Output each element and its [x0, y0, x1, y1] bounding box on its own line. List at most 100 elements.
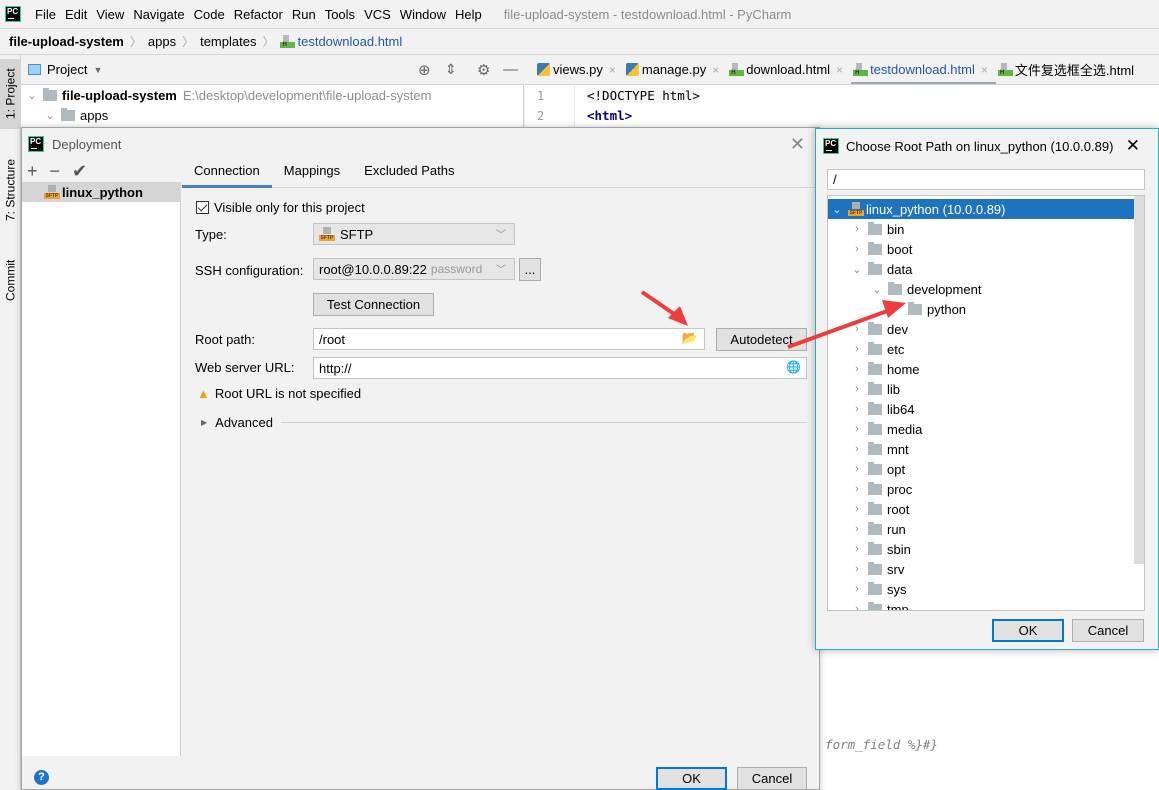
tree-scrollbar[interactable]: [1134, 196, 1144, 564]
project-view-selector[interactable]: Project: [47, 62, 87, 77]
breadcrumb-templates[interactable]: templates: [200, 34, 256, 49]
code-line[interactable]: <html>: [587, 108, 632, 123]
menu-file[interactable]: File: [35, 7, 56, 22]
tree-node-mnt[interactable]: › mnt: [828, 439, 1134, 459]
path-input[interactable]: /: [827, 169, 1145, 190]
chevron-right-icon[interactable]: ›: [850, 383, 864, 395]
editor-tab-manage[interactable]: manage.py ×: [624, 55, 727, 84]
menu-code[interactable]: Code: [194, 7, 225, 22]
remove-icon[interactable]: −: [50, 161, 61, 182]
advanced-section-toggle[interactable]: ▶ Advanced: [201, 415, 807, 430]
tool-tab-commit[interactable]: Commit: [0, 245, 21, 315]
chevron-down-icon[interactable]: ⌄: [850, 263, 864, 276]
tree-node-lib[interactable]: › lib: [828, 379, 1134, 399]
tree-node-tmp[interactable]: › tmp: [828, 599, 1134, 610]
menu-vcs[interactable]: VCS: [364, 7, 391, 22]
chevron-right-icon[interactable]: ›: [850, 403, 864, 415]
tree-node-boot[interactable]: › boot: [828, 239, 1134, 259]
chevron-right-icon[interactable]: ›: [850, 523, 864, 535]
tool-tab-structure[interactable]: 7: Structure: [0, 145, 21, 235]
close-icon[interactable]: ✕: [790, 134, 805, 155]
editor-tab-views[interactable]: views.py ×: [535, 55, 624, 84]
close-icon[interactable]: ✕: [1126, 136, 1140, 156]
tree-node-root[interactable]: › root: [828, 499, 1134, 519]
tab-connection[interactable]: Connection: [182, 159, 272, 188]
chevron-right-icon[interactable]: ›: [850, 343, 864, 355]
tool-tab-project[interactable]: 1: Project: [0, 59, 21, 129]
gear-icon[interactable]: ⚙: [477, 61, 490, 79]
root-path-input[interactable]: /root 📂: [313, 328, 705, 350]
tree-node-proc[interactable]: › proc: [828, 479, 1134, 499]
editor-tab-download[interactable]: download.html ×: [727, 55, 851, 84]
menu-refactor[interactable]: Refactor: [234, 7, 283, 22]
tree-node-run[interactable]: › run: [828, 519, 1134, 539]
chevron-down-icon[interactable]: ⌄: [830, 203, 844, 216]
tree-node-python[interactable]: python: [828, 299, 1134, 319]
chevron-down-icon[interactable]: ⌄: [870, 283, 884, 296]
close-icon[interactable]: ×: [712, 63, 719, 77]
chevron-right-icon[interactable]: ›: [850, 323, 864, 335]
chevron-right-icon[interactable]: ›: [850, 443, 864, 455]
editor-tab-testdownload[interactable]: testdownload.html ×: [851, 55, 996, 84]
tree-node-srv[interactable]: › srv: [828, 559, 1134, 579]
menu-window[interactable]: Window: [400, 7, 446, 22]
menu-navigate[interactable]: Navigate: [133, 7, 184, 22]
chevron-right-icon[interactable]: ›: [850, 243, 864, 255]
chevron-right-icon[interactable]: ›: [850, 603, 864, 610]
tree-node-etc[interactable]: › etc: [828, 339, 1134, 359]
project-root-node[interactable]: ⌄ file-upload-system E:\desktop\developm…: [25, 85, 431, 105]
set-default-check-icon[interactable]: ✔: [72, 161, 87, 182]
menu-help[interactable]: Help: [455, 7, 482, 22]
add-icon[interactable]: +: [27, 161, 38, 182]
remote-file-tree[interactable]: ⌄ linux_python (10.0.0.89) ›bin›boot⌄dat…: [827, 195, 1145, 611]
hide-icon[interactable]: —: [503, 61, 518, 78]
globe-icon[interactable]: 🌐: [786, 360, 801, 374]
chooser-ok-button[interactable]: OK: [992, 619, 1064, 642]
breadcrumb-project[interactable]: file-upload-system: [9, 34, 124, 49]
menu-edit[interactable]: Edit: [65, 7, 87, 22]
ssh-config-select[interactable]: root@10.0.0.89:22 password ﹀: [313, 258, 515, 280]
tree-node-opt[interactable]: › opt: [828, 459, 1134, 479]
collapse-all-icon[interactable]: ⇕: [445, 61, 457, 78]
tree-node-sbin[interactable]: › sbin: [828, 539, 1134, 559]
tree-node-dev[interactable]: › dev: [828, 319, 1134, 339]
tree-node-sys[interactable]: › sys: [828, 579, 1134, 599]
tree-root-node[interactable]: ⌄ linux_python (10.0.0.89): [828, 199, 1134, 219]
chevron-right-icon[interactable]: ›: [850, 503, 864, 515]
ok-button[interactable]: OK: [656, 767, 727, 790]
chevron-right-icon[interactable]: ›: [850, 223, 864, 235]
chevron-right-icon[interactable]: ›: [850, 423, 864, 435]
chevron-down-icon[interactable]: ⌄: [43, 109, 57, 122]
locate-icon[interactable]: ⊕: [418, 61, 431, 79]
tab-mappings[interactable]: Mappings: [272, 159, 352, 187]
type-select[interactable]: SFTP ﹀: [313, 223, 515, 245]
chevron-right-icon[interactable]: ›: [850, 483, 864, 495]
chevron-down-icon[interactable]: ▼: [93, 65, 102, 75]
project-node-apps[interactable]: ⌄ apps: [43, 105, 108, 125]
menu-tools[interactable]: Tools: [325, 7, 355, 22]
visible-only-checkbox[interactable]: Visible only for this project: [196, 200, 365, 215]
server-item[interactable]: linux_python: [22, 182, 181, 202]
help-icon[interactable]: ?: [34, 770, 49, 785]
close-icon[interactable]: ×: [981, 63, 988, 77]
browse-folder-icon[interactable]: 📂: [682, 330, 698, 346]
checkbox-checked-icon[interactable]: [196, 201, 209, 214]
menu-view[interactable]: View: [96, 7, 124, 22]
chevron-down-icon[interactable]: ⌄: [25, 89, 39, 102]
breadcrumb-file[interactable]: testdownload.html: [297, 34, 402, 49]
tree-node-development[interactable]: ⌄ development: [828, 279, 1134, 299]
web-server-url-input[interactable]: http:// 🌐: [313, 357, 807, 379]
chooser-cancel-button[interactable]: Cancel: [1072, 619, 1144, 642]
cancel-button[interactable]: Cancel: [737, 767, 807, 790]
test-connection-button[interactable]: Test Connection: [313, 293, 434, 316]
close-icon[interactable]: ×: [836, 63, 843, 77]
chevron-right-icon[interactable]: ›: [850, 463, 864, 475]
editor-tab-checkbox[interactable]: 文件复选框全选.html: [996, 55, 1142, 84]
tree-node-data[interactable]: ⌄ data: [828, 259, 1134, 279]
menu-run[interactable]: Run: [292, 7, 316, 22]
tree-node-lib64[interactable]: › lib64: [828, 399, 1134, 419]
chevron-right-icon[interactable]: ›: [850, 543, 864, 555]
tree-node-home[interactable]: › home: [828, 359, 1134, 379]
ssh-config-more-button[interactable]: ...: [519, 258, 541, 281]
breadcrumb-apps[interactable]: apps: [148, 34, 176, 49]
